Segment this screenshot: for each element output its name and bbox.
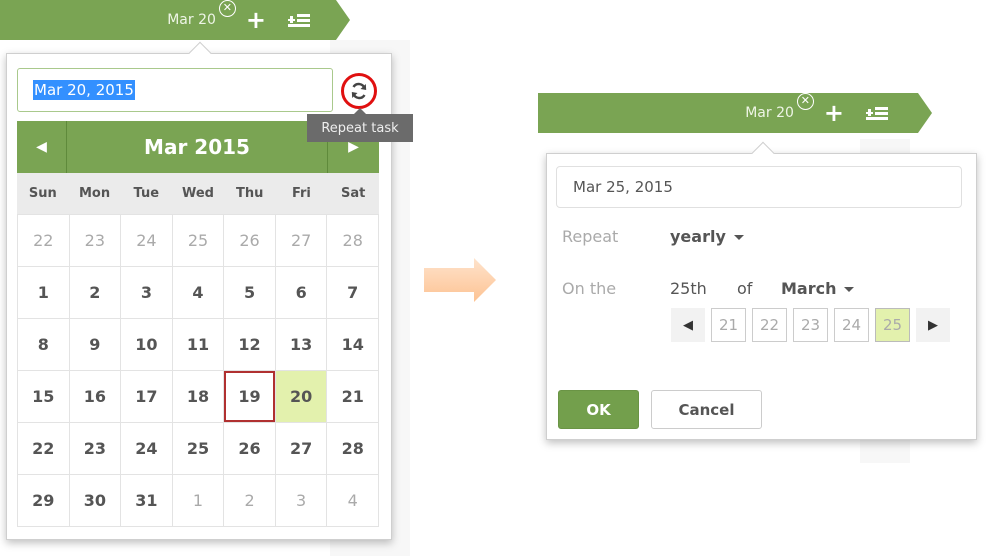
- calendar-day[interactable]: 3: [121, 267, 173, 319]
- calendar-day[interactable]: 27: [275, 423, 328, 475]
- of-label: of: [737, 279, 753, 298]
- calendar-day[interactable]: 26: [224, 215, 276, 267]
- caret-down-icon: [733, 235, 744, 240]
- day-picker-prev-button[interactable]: ◀: [671, 308, 705, 342]
- on-the-label: On the: [562, 279, 617, 298]
- due-date-input[interactable]: Mar 25, 2015: [556, 166, 962, 208]
- calendar-day[interactable]: 13: [275, 319, 328, 371]
- calendar-day[interactable]: 27: [275, 215, 328, 267]
- calendar-day[interactable]: 31: [121, 475, 173, 527]
- weekday-header: Sun Mon Tue Wed Thu Fri Sat: [17, 173, 379, 214]
- clear-date-icon[interactable]: ✕: [218, 0, 236, 17]
- day-picker-day-selected[interactable]: 25: [875, 308, 910, 342]
- calendar-day[interactable]: 28: [327, 423, 379, 475]
- day-picker-day[interactable]: 24: [834, 308, 869, 342]
- calendar-day[interactable]: 25: [172, 215, 225, 267]
- due-date-input-value: Mar 25, 2015: [573, 178, 673, 196]
- weekday-label: Thu: [236, 186, 264, 201]
- repeat-task-button[interactable]: [341, 73, 377, 109]
- day-picker-next-button[interactable]: ▶: [916, 308, 950, 342]
- repeat-label: Repeat: [562, 227, 619, 246]
- calendar-day[interactable]: 25: [172, 423, 225, 475]
- calendar: ◀ Mar 2015 ▶ Sun Mon Tue Wed Thu Fri Sat 22 23 2…: [17, 121, 379, 527]
- prev-month-button[interactable]: ◀: [17, 121, 67, 173]
- calendar-day[interactable]: 10: [121, 319, 173, 371]
- popup-caret: [188, 41, 212, 65]
- calendar-day[interactable]: 4: [172, 267, 225, 319]
- calendar-day[interactable]: 29: [18, 475, 70, 527]
- calendar-day[interactable]: 23: [69, 423, 122, 475]
- due-date-input[interactable]: Mar 20, 2015: [17, 68, 333, 112]
- due-date-label[interactable]: Mar 20 ✕: [745, 93, 814, 121]
- triangle-left-icon: ◀: [36, 139, 47, 155]
- calendar-day[interactable]: 24: [121, 215, 173, 267]
- weekday-label: Sat: [340, 186, 366, 201]
- day-picker: ◀ 21 22 23 24 25 ▶: [671, 308, 950, 342]
- calendar-day-selected[interactable]: 20: [275, 371, 328, 423]
- task-bar: Mar 20 ✕ +: [0, 0, 350, 40]
- calendar-day[interactable]: 12: [224, 319, 276, 371]
- due-date-label[interactable]: Mar 20 ✕: [167, 0, 236, 28]
- calendar-day[interactable]: 18: [172, 371, 225, 423]
- calendar-day[interactable]: 11: [172, 319, 225, 371]
- triangle-left-icon: ◀: [683, 317, 693, 333]
- calendar-day[interactable]: 30: [69, 475, 122, 527]
- calendar-day[interactable]: 8: [18, 319, 70, 371]
- calendar-day[interactable]: 2: [69, 267, 122, 319]
- calendar-day[interactable]: 23: [69, 215, 122, 267]
- calendar-day[interactable]: 22: [18, 423, 70, 475]
- weekday-label: Wed: [181, 186, 214, 201]
- calendar-day[interactable]: 5: [224, 267, 276, 319]
- ok-button[interactable]: OK: [558, 390, 639, 429]
- calendar-day[interactable]: 14: [327, 319, 379, 371]
- triangle-right-icon: ▶: [928, 317, 938, 333]
- weekday-label: Sun: [28, 186, 57, 201]
- weekday-label: Tue: [133, 186, 160, 201]
- calendar-day[interactable]: 2: [224, 475, 276, 527]
- due-date-popup: Mar 20, 2015 Repeat task ◀ Mar 2015 ▶ Su…: [6, 41, 413, 540]
- calendar-day[interactable]: 7: [327, 267, 379, 319]
- add-list-icon[interactable]: [866, 105, 888, 121]
- day-of-month-value: 25th: [670, 279, 707, 298]
- cancel-button[interactable]: Cancel: [651, 390, 762, 429]
- weekday-label: Mon: [79, 186, 111, 201]
- day-picker-days: 21 22 23 24 25: [711, 308, 910, 342]
- repeat-task-tooltip: Repeat task: [307, 108, 413, 142]
- calendar-day[interactable]: 1: [18, 267, 70, 319]
- calendar-day[interactable]: 15: [18, 371, 70, 423]
- weekday-label: Fri: [291, 186, 311, 201]
- arrow-right-icon: [424, 258, 496, 302]
- calendar-day[interactable]: 26: [224, 423, 276, 475]
- calendar-day[interactable]: 17: [121, 371, 173, 423]
- calendar-day[interactable]: 9: [69, 319, 122, 371]
- calendar-day[interactable]: 24: [121, 423, 173, 475]
- popup-caret: [751, 141, 775, 165]
- calendar-grid: 22 23 24 25 26 27 28 1 2 3 4 5 6 7 8 9 10 11 12 13 14 15 16 17 1…: [17, 214, 379, 527]
- calendar-day[interactable]: 28: [327, 215, 379, 267]
- caret-down-icon: [844, 287, 855, 292]
- calendar-day[interactable]: 16: [69, 371, 122, 423]
- calendar-day[interactable]: 4: [327, 475, 379, 527]
- calendar-day-today[interactable]: 19: [224, 371, 276, 423]
- plus-icon[interactable]: +: [246, 8, 266, 32]
- plus-icon[interactable]: +: [824, 101, 844, 125]
- day-picker-day[interactable]: 22: [752, 308, 787, 342]
- repeat-settings-popup: Mar 25, 2015 Repeat yearly On the 25th o…: [546, 141, 977, 440]
- calendar-title[interactable]: Mar 2015: [67, 121, 327, 173]
- calendar-day[interactable]: 1: [172, 475, 225, 527]
- due-date-input-value: Mar 20, 2015: [33, 80, 135, 100]
- calendar-day[interactable]: 22: [18, 215, 70, 267]
- calendar-day[interactable]: 21: [327, 371, 379, 423]
- repeat-icon: [351, 82, 367, 100]
- day-picker-day[interactable]: 21: [711, 308, 746, 342]
- add-list-icon[interactable]: [288, 12, 310, 28]
- calendar-day[interactable]: 3: [275, 475, 328, 527]
- month-dropdown[interactable]: March: [781, 279, 855, 298]
- clear-date-icon[interactable]: ✕: [796, 93, 814, 110]
- day-picker-day[interactable]: 23: [793, 308, 828, 342]
- repeat-frequency-dropdown[interactable]: yearly: [670, 227, 744, 246]
- calendar-day[interactable]: 6: [275, 267, 328, 319]
- task-bar: Mar 20 ✕ +: [538, 93, 932, 133]
